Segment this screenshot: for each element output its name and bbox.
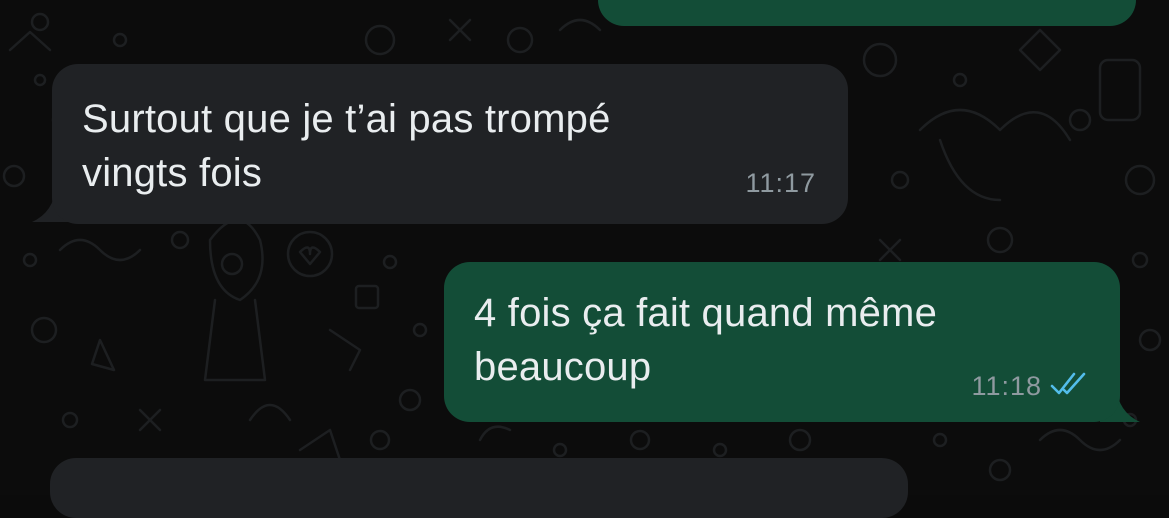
incoming-message-bubble[interactable]: Surtout que je t’ai pas trompé vingts fo… [52, 64, 848, 224]
incoming-bubble-partial-bottom [50, 458, 908, 518]
message-text-line: vingts fois [82, 151, 263, 195]
outgoing-bubble-partial-top [598, 0, 1136, 26]
double-check-read-icon [1050, 370, 1090, 403]
message-text-line: Surtout que je t’ai pas trompé [82, 97, 611, 141]
message-meta: 11:18 [971, 370, 1090, 403]
message-text-line: 4 fois ça fait quand même [474, 291, 938, 335]
message-timestamp: 11:18 [971, 371, 1042, 401]
message-timestamp: 11:17 [745, 168, 816, 198]
message-text: Surtout que je t’ai pas trompé vingts fo… [82, 92, 818, 200]
message-meta: 11:17 [745, 168, 816, 199]
outgoing-message-bubble[interactable]: 4 fois ça fait quand même beaucoup 11:18 [444, 262, 1120, 422]
